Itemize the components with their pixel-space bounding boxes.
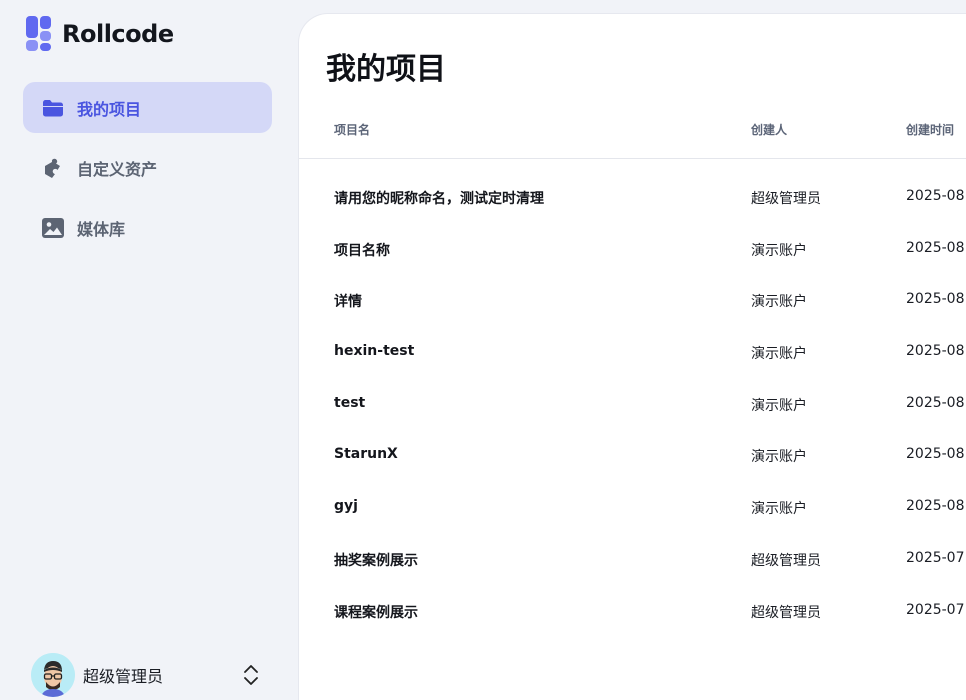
user-name: 超级管理员 [83, 667, 164, 686]
main-panel: 我的项目 项目名 创建人 创建时间 请用您的昵称命名，测试定时清理 超级管理员 … [298, 13, 966, 700]
project-creator: 超级管理员 [751, 552, 821, 569]
sidebar-item-custom-assets[interactable]: 自定义资产 [23, 142, 272, 193]
sidebar-item-label: 自定义资产 [77, 159, 158, 179]
table-header: 项目名 创建人 创建时间 [299, 106, 966, 159]
project-created-time: 2025-08 [906, 343, 965, 360]
table-row[interactable]: 详情 演示账户 2025-08 [299, 274, 966, 326]
project-name[interactable]: 请用您的昵称命名，测试定时清理 [334, 188, 544, 208]
project-creator: 演示账户 [751, 501, 807, 518]
table-row[interactable]: 课程案例展示 超级管理员 2025-07 [299, 585, 966, 637]
project-name[interactable]: 抽奖案例展示 [334, 550, 418, 570]
project-name[interactable]: gyj [334, 498, 358, 514]
project-table-body: 请用您的昵称命名，测试定时清理 超级管理员 2025-08 项目名称 演示账户 … [299, 171, 966, 636]
app: Rollcode 我的项目 自定义资产 媒体库 超级管理员 我的项目 项目名 创… [0, 0, 966, 700]
project-created-time: 2025-08 [906, 394, 965, 411]
project-created-time: 2025-07 [906, 601, 965, 618]
sidebar: Rollcode 我的项目 自定义资产 媒体库 超级管理员 [0, 0, 298, 700]
project-created-time: 2025-08 [906, 291, 965, 308]
project-creator: 演示账户 [751, 294, 807, 311]
table-row[interactable]: 项目名称 演示账户 2025-08 [299, 223, 966, 275]
table-row[interactable]: hexin-test 演示账户 2025-08 [299, 326, 966, 378]
image-icon [41, 216, 65, 240]
page-title: 我的项目 [326, 52, 446, 87]
column-header-creator[interactable]: 创建人 [751, 121, 787, 138]
avatar [31, 653, 75, 697]
project-creator: 演示账户 [751, 346, 807, 363]
puzzle-icon [41, 156, 65, 180]
project-name[interactable]: test [334, 395, 365, 411]
project-name[interactable]: StarunX [334, 446, 398, 462]
project-creator: 演示账户 [751, 397, 807, 414]
table-row[interactable]: 抽奖案例展示 超级管理员 2025-07 [299, 533, 966, 585]
user-menu[interactable]: 超级管理员 [31, 652, 271, 698]
project-name[interactable]: 项目名称 [334, 240, 390, 260]
brand[interactable]: Rollcode [26, 16, 174, 52]
project-creator: 演示账户 [751, 449, 807, 466]
chevron-up-down-icon[interactable] [241, 663, 261, 687]
sidebar-item-label: 我的项目 [77, 99, 142, 119]
sidebar-item-media-library[interactable]: 媒体库 [23, 202, 272, 253]
folder-icon [41, 96, 65, 120]
project-created-time: 2025-08 [906, 188, 965, 204]
project-creator: 超级管理员 [751, 604, 821, 621]
table-row[interactable]: StarunX 演示账户 2025-08 [299, 429, 966, 481]
sidebar-nav: 我的项目 自定义资产 媒体库 [23, 82, 272, 262]
project-creator: 演示账户 [751, 242, 807, 259]
project-name[interactable]: 详情 [334, 291, 362, 311]
table-row[interactable]: gyj 演示账户 2025-08 [299, 481, 966, 533]
brand-name: Rollcode [62, 20, 174, 48]
project-created-time: 2025-07 [906, 549, 965, 566]
project-created-time: 2025-08 [906, 446, 965, 463]
table-row[interactable]: test 演示账户 2025-08 [299, 378, 966, 430]
sidebar-item-my-projects[interactable]: 我的项目 [23, 82, 272, 133]
project-created-time: 2025-08 [906, 498, 965, 515]
column-header-created-time[interactable]: 创建时间 [906, 121, 954, 138]
project-created-time: 2025-08 [906, 239, 965, 256]
sidebar-item-label: 媒体库 [77, 219, 126, 239]
project-name[interactable]: hexin-test [334, 343, 414, 359]
rollcode-logo-icon [26, 16, 54, 52]
column-header-project-name[interactable]: 项目名 [334, 121, 370, 138]
table-row[interactable]: 请用您的昵称命名，测试定时清理 超级管理员 2025-08 [299, 171, 966, 223]
project-creator: 超级管理员 [751, 191, 821, 207]
project-name[interactable]: 课程案例展示 [334, 602, 418, 622]
